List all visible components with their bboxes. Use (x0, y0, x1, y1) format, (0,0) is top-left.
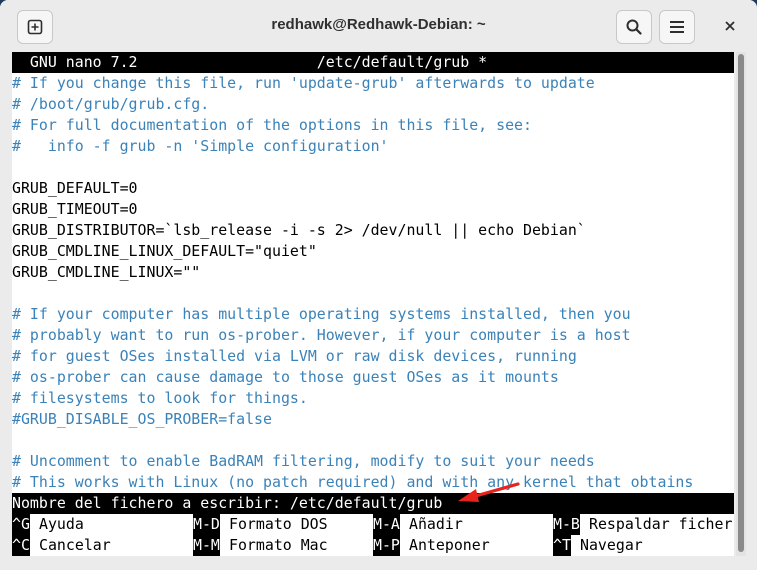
close-button[interactable] (720, 16, 740, 36)
editor-line: GRUB_CMDLINE_LINUX="" (12, 263, 201, 281)
nano-header: GNU nano 7.2 /etc/default/grub * (12, 52, 734, 73)
shortcut-browse[interactable]: Navegar (580, 535, 643, 556)
shortcut-key: M-D (193, 514, 220, 535)
close-icon (725, 21, 735, 31)
shortcut-key: ^G (12, 514, 30, 535)
editor-line: # This works with Linux (no patch requir… (12, 473, 694, 491)
editor-line: GRUB_TIMEOUT=0 (12, 200, 138, 218)
search-button[interactable] (616, 10, 652, 44)
shortcut-key: M-M (193, 535, 220, 556)
shortcut-mac-format[interactable]: Formato Mac (229, 535, 328, 556)
shortcut-dos-format[interactable]: Formato DOS (229, 514, 328, 535)
terminal-window: redhawk@Redhawk-Debian: ~ GNU nano 7.2 /… (0, 0, 757, 570)
shortcut-key: M-B (553, 514, 580, 535)
editor-line: # Uncomment to enable BadRAM filtering, … (12, 452, 595, 470)
editor-line: # If you change this file, run 'update-g… (12, 74, 595, 92)
editor-line: # /boot/grub/grub.cfg. (12, 95, 210, 113)
hamburger-menu-icon (670, 21, 684, 33)
editor-line: # For full documentation of the options … (12, 116, 532, 134)
editor-line: GRUB_DEFAULT=0 (12, 179, 138, 197)
shortcut-key: M-P (373, 535, 400, 556)
editor-line: #GRUB_DISABLE_OS_PROBER=false (12, 410, 272, 428)
menu-button[interactable] (659, 10, 695, 44)
editor-line: # os-prober can cause damage to those gu… (12, 368, 559, 386)
editor-line: GRUB_CMDLINE_LINUX_DEFAULT="quiet" (12, 242, 317, 260)
editor-line: # for guest OSes installed via LVM or ra… (12, 347, 577, 365)
shortcut-backup[interactable]: Respaldar ficher (589, 514, 732, 535)
shortcut-cancel[interactable]: Cancelar (39, 535, 111, 556)
editor-line: # info -f grub -n 'Simple configuration' (12, 137, 389, 155)
terminal-content[interactable]: GNU nano 7.2 /etc/default/grub * # If yo… (12, 52, 734, 556)
shortcut-key: ^T (553, 535, 571, 556)
editor-line: # probably want to run os-prober. Howeve… (12, 326, 631, 344)
search-icon (626, 19, 642, 35)
arrow-annotation-icon (458, 482, 520, 502)
shortcut-key: M-A (373, 514, 400, 535)
filename-prompt[interactable]: Nombre del fichero a escribir: /etc/defa… (12, 493, 734, 514)
shortcut-help[interactable]: Ayuda (39, 514, 84, 535)
shortcut-append[interactable]: Añadir (409, 514, 463, 535)
title-bar: redhawk@Redhawk-Debian: ~ (0, 0, 757, 52)
editor-line: GRUB_DISTRIBUTOR=`lsb_release -i -s 2> /… (12, 221, 586, 239)
editor-line: # If your computer has multiple operatin… (12, 305, 631, 323)
scrollbar-thumb[interactable] (738, 54, 744, 552)
scrollbar[interactable] (736, 52, 746, 556)
shortcut-prepend[interactable]: Anteponer (409, 535, 490, 556)
editor-line: # filesystems to look for things. (12, 389, 308, 407)
shortcut-key: ^C (12, 535, 30, 556)
